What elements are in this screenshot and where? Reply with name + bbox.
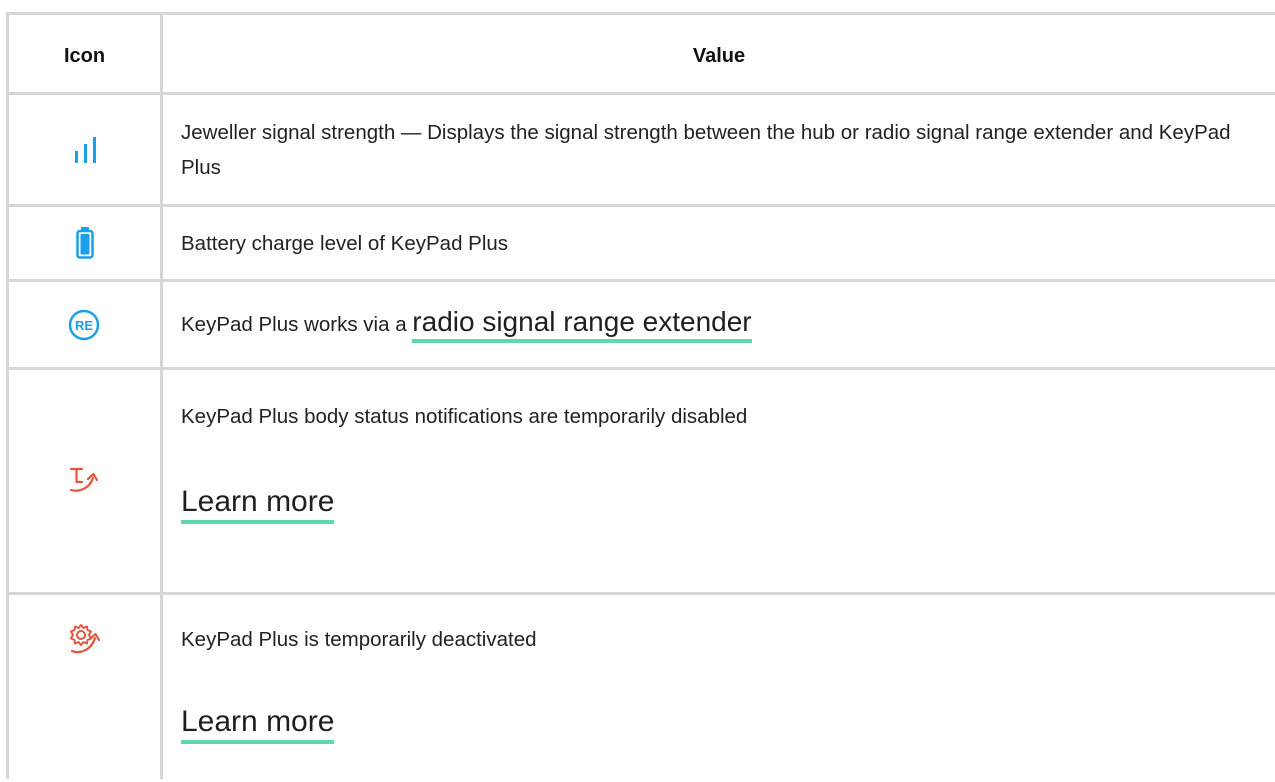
battery-icon xyxy=(76,227,94,259)
icon-cell xyxy=(9,595,160,782)
header-cell-icon: Icon xyxy=(9,15,160,92)
icon-cell xyxy=(9,207,160,279)
status-icon-table: Icon Value Jeweller signal strength — Di… xyxy=(6,12,1275,779)
row-description-text: KeyPad Plus works via a xyxy=(181,313,413,336)
value-cell: KeyPad Plus body status notifications ar… xyxy=(163,370,1275,592)
radio-signal-range-extender-link[interactable]: radio signal range extender xyxy=(412,306,752,343)
learn-more-wrap: Learn more xyxy=(181,704,1263,744)
learn-more-link[interactable]: Learn more xyxy=(181,485,335,524)
header-value-label: Value xyxy=(692,45,746,67)
header-cell-value: Value xyxy=(163,15,1275,92)
value-cell: Battery charge level of KeyPad Plus xyxy=(163,207,1275,279)
icon-cell: RE xyxy=(9,282,160,367)
icon-cell xyxy=(9,370,160,592)
row-description: KeyPad Plus body status notifications ar… xyxy=(181,405,748,428)
temporarily-deactivated-icon xyxy=(70,624,101,654)
row-description: Jeweller signal strength — Displays the … xyxy=(181,121,1231,179)
row-description: KeyPad Plus is temporarily deactivated xyxy=(181,628,537,651)
value-cell: KeyPad Plus is temporarily deactivated L… xyxy=(163,595,1275,782)
learn-more-wrap: Learn more xyxy=(181,484,1263,524)
signal-strength-icon xyxy=(75,137,96,163)
table-row: RE KeyPad Plus works via a radio signal … xyxy=(9,282,1275,370)
value-cell: KeyPad Plus works via a radio signal ran… xyxy=(163,282,1275,367)
header-icon-label: Icon xyxy=(63,45,106,67)
row-description: Battery charge level of KeyPad Plus xyxy=(181,232,509,255)
range-extender-icon: RE xyxy=(68,309,100,341)
body-notifications-disabled-icon xyxy=(69,467,99,492)
table-row: KeyPad Plus is temporarily deactivated L… xyxy=(9,595,1275,782)
table-row: Battery charge level of KeyPad Plus xyxy=(9,207,1275,282)
value-cell: Jeweller signal strength — Displays the … xyxy=(163,95,1275,204)
re-badge-label: RE xyxy=(75,318,93,333)
table-row: KeyPad Plus body status notifications ar… xyxy=(9,370,1275,595)
row-description: KeyPad Plus works via a radio signal ran… xyxy=(181,304,1263,343)
table-header-row: Icon Value xyxy=(9,15,1275,95)
icon-cell xyxy=(9,95,160,204)
learn-more-link[interactable]: Learn more xyxy=(181,705,335,744)
table-row: Jeweller signal strength — Displays the … xyxy=(9,95,1275,207)
